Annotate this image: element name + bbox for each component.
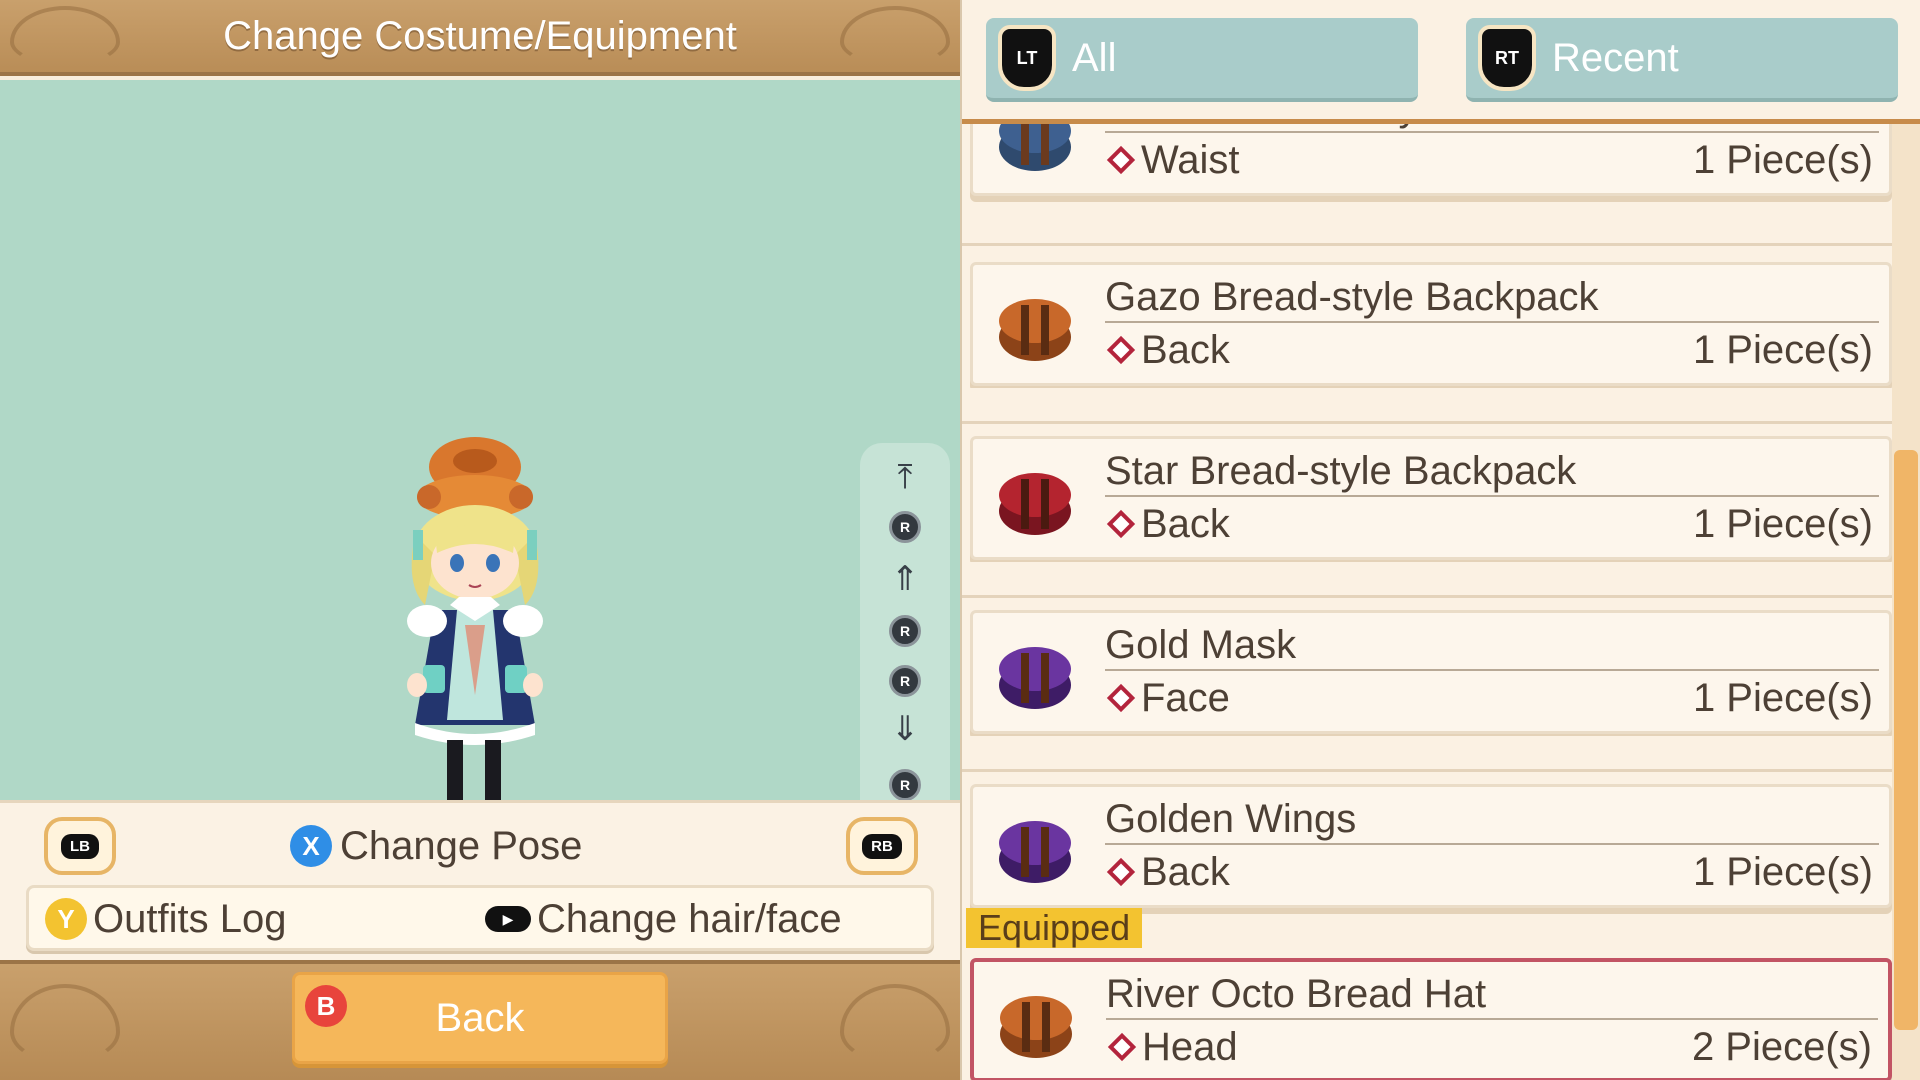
b-button-icon: B [305, 985, 347, 1027]
list-spacer [962, 388, 1892, 424]
rstick-up-icon[interactable]: R [889, 511, 921, 543]
item-slot: Face [1105, 673, 1230, 723]
rstick-right-icon[interactable]: R [889, 665, 921, 697]
item-slot: Back [1105, 499, 1230, 549]
item-name: River Octo Bread Hat [1106, 968, 1878, 1020]
equipment-list: Shishin Bread-style Canteen Waist 1 Piec… [962, 72, 1892, 1080]
item-quantity: 1 Piece(s) [1692, 138, 1873, 182]
item-slot-label: Back [1141, 501, 1230, 546]
item-slot-label: Face [1141, 675, 1230, 720]
item-slot: Back [1105, 847, 1230, 897]
back-label: Back [435, 995, 525, 1040]
item-name: Gazo Bread-style Backpack [1105, 271, 1879, 323]
item-slot: Head [1106, 1022, 1238, 1072]
equipped-label: Equipped [966, 908, 1143, 948]
item-quantity: 1 Piece(s) [1692, 850, 1873, 894]
change-pose-button[interactable]: X Change Pose [290, 819, 582, 873]
character-model [407, 437, 543, 835]
list-spacer [962, 562, 1892, 598]
item-name: Star Bread-style Backpack [1105, 445, 1879, 497]
zoom-out-icon[interactable]: ⇓ [860, 709, 950, 749]
x-button-icon: X [290, 825, 332, 867]
tab-recent[interactable]: RT Recent [1466, 18, 1898, 102]
item-slot: Waist [1105, 135, 1240, 185]
ornament-bottom-right-icon [840, 984, 950, 1064]
list-item[interactable]: Gold Mask Face 1 Piece(s) [970, 610, 1892, 734]
rt-badge-icon: RT [1478, 25, 1536, 91]
ornament-bottom-left-icon [10, 984, 120, 1064]
bag-icon [999, 299, 1071, 361]
list-spacer [962, 210, 1892, 246]
item-slot-label: Head [1142, 1024, 1238, 1069]
bag-icon [1000, 996, 1072, 1058]
title-bar: Change Costume/Equipment [0, 0, 960, 76]
rstick-down-icon[interactable]: R [889, 769, 921, 801]
list-spacer [962, 736, 1892, 772]
options-box: Y Outfits Log ▶ Change hair/face [26, 885, 934, 951]
character-panel: Change Costume/Equipment ⤒ R ⇑ R R ⇓ R L… [0, 0, 960, 1080]
equipment-list-panel: LT All RT Recent Shishin Bread-style Can… [960, 0, 1920, 1080]
list-item[interactable]: Gazo Bread-style Backpack Back 1 Piece(s… [970, 262, 1892, 386]
bag-icon [999, 473, 1071, 535]
change-hair-face-button[interactable]: ▶ Change hair/face [485, 894, 842, 944]
change-pose-label: Change Pose [340, 823, 583, 868]
tab-all-label: All [1072, 35, 1117, 80]
outfits-log-label: Outfits Log [93, 896, 287, 941]
item-name: Gold Mask [1105, 619, 1879, 671]
outfits-log-button[interactable]: Y Outfits Log [45, 894, 286, 944]
item-slot-label: Back [1141, 327, 1230, 372]
y-button-icon: Y [45, 898, 87, 940]
change-hair-face-label: Change hair/face [537, 896, 842, 941]
lb-label: LB [61, 833, 99, 859]
slot-diamond-icon [1106, 683, 1136, 713]
lb-button[interactable]: LB [44, 817, 116, 875]
lt-badge-icon: LT [998, 25, 1056, 91]
item-slot: Back [1105, 325, 1230, 375]
back-button[interactable]: B Back [292, 972, 668, 1064]
character-preview[interactable]: ⤒ R ⇑ R R ⇓ R ⤓ [0, 80, 960, 873]
item-slot-label: Waist [1141, 137, 1240, 182]
item-name: Golden Wings [1105, 793, 1879, 845]
filter-tabs: LT All RT Recent [962, 0, 1920, 124]
item-slot-label: Back [1141, 849, 1230, 894]
rb-label: RB [862, 833, 902, 859]
tab-all[interactable]: LT All [986, 18, 1418, 102]
list-item[interactable]: Golden Wings Back 1 Piece(s) [970, 784, 1892, 908]
item-quantity: 1 Piece(s) [1692, 502, 1873, 546]
controls-panel: LB X Change Pose RB Y Outfits Log ▶ Chan… [0, 800, 960, 960]
page-title: Change Costume/Equipment [223, 13, 737, 58]
tab-recent-label: Recent [1552, 35, 1679, 80]
scroll-top-icon[interactable]: ⤒ [860, 457, 950, 497]
rb-button[interactable]: RB [846, 817, 918, 875]
ornament-left-icon [10, 6, 120, 66]
slot-diamond-icon [1106, 335, 1136, 365]
ornament-right-icon [840, 6, 950, 66]
item-quantity: 1 Piece(s) [1692, 328, 1873, 372]
item-quantity: 2 Piece(s) [1691, 1025, 1872, 1069]
slot-diamond-icon [1106, 857, 1136, 887]
slot-diamond-icon [1106, 509, 1136, 539]
stick-press-icon: ▶ [485, 906, 531, 932]
scrollbar-thumb[interactable] [1894, 450, 1918, 1030]
equipped-item[interactable]: River Octo Bread Hat Head 2 Piece(s) [970, 958, 1892, 1080]
zoom-in-icon[interactable]: ⇑ [860, 559, 950, 599]
bag-icon [999, 821, 1071, 883]
slot-diamond-icon [1107, 1032, 1137, 1062]
item-quantity: 1 Piece(s) [1692, 676, 1873, 720]
bag-icon [999, 647, 1071, 709]
rstick-left-icon[interactable]: R [889, 615, 921, 647]
slot-diamond-icon [1106, 145, 1136, 175]
list-item[interactable]: Star Bread-style Backpack Back 1 Piece(s… [970, 436, 1892, 560]
